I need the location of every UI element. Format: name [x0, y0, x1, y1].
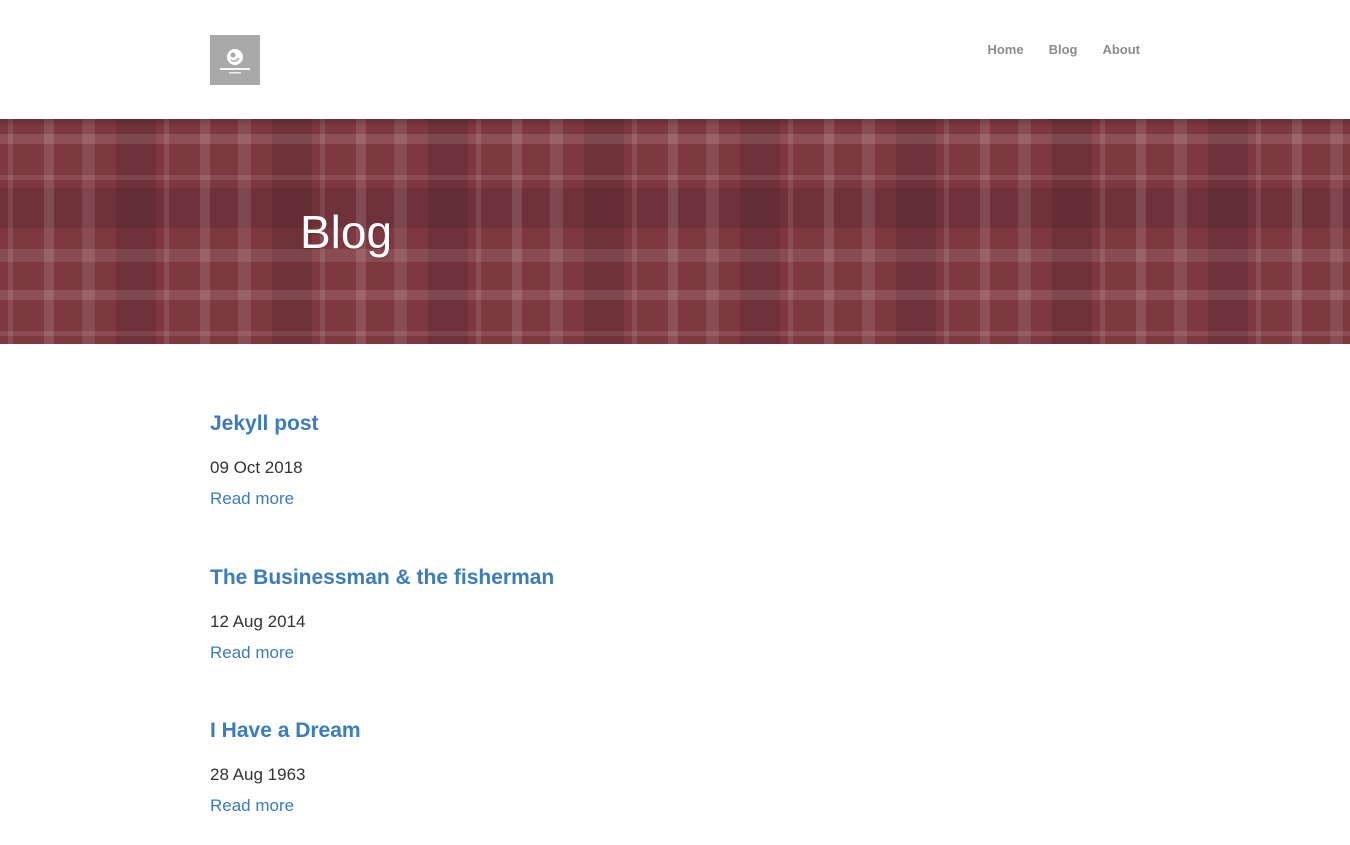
page-title: Blog: [300, 206, 393, 258]
post-date: 09 Oct 2018: [210, 458, 303, 477]
site-logo[interactable]: [210, 35, 260, 85]
post-date: 12 Aug 2014: [210, 611, 306, 631]
site-header: Home Blog About: [0, 0, 1350, 119]
nav-blog-link[interactable]: Blog: [1049, 42, 1078, 58]
post-date: 28 Aug 1963: [210, 765, 306, 784]
nav-home-link[interactable]: Home: [987, 42, 1023, 58]
post-item: Jekyll post 09 Oct 2018 Read more: [210, 409, 1350, 563]
post-item: I Have a Dream 28 Aug 1963 Read more: [210, 716, 1350, 845]
read-more-link[interactable]: Read more: [210, 796, 294, 816]
read-more-link[interactable]: Read more: [210, 489, 294, 509]
post-title-link[interactable]: I Have a Dream: [210, 716, 1350, 746]
post-item: The Businessman & the fisherman 12 Aug 2…: [210, 563, 1350, 717]
post-list: Jekyll post 09 Oct 2018 Read more The Bu…: [0, 344, 1350, 845]
hero-banner: Blog: [0, 119, 1350, 344]
post-title-link[interactable]: Jekyll post: [210, 409, 1350, 439]
site-logo-icon: [220, 49, 250, 74]
read-more-link[interactable]: Read more: [210, 643, 294, 663]
nav-about-link[interactable]: About: [1102, 42, 1140, 58]
main-nav: Home Blog About: [987, 42, 1140, 58]
post-title-link[interactable]: The Businessman & the fisherman: [210, 563, 1350, 593]
